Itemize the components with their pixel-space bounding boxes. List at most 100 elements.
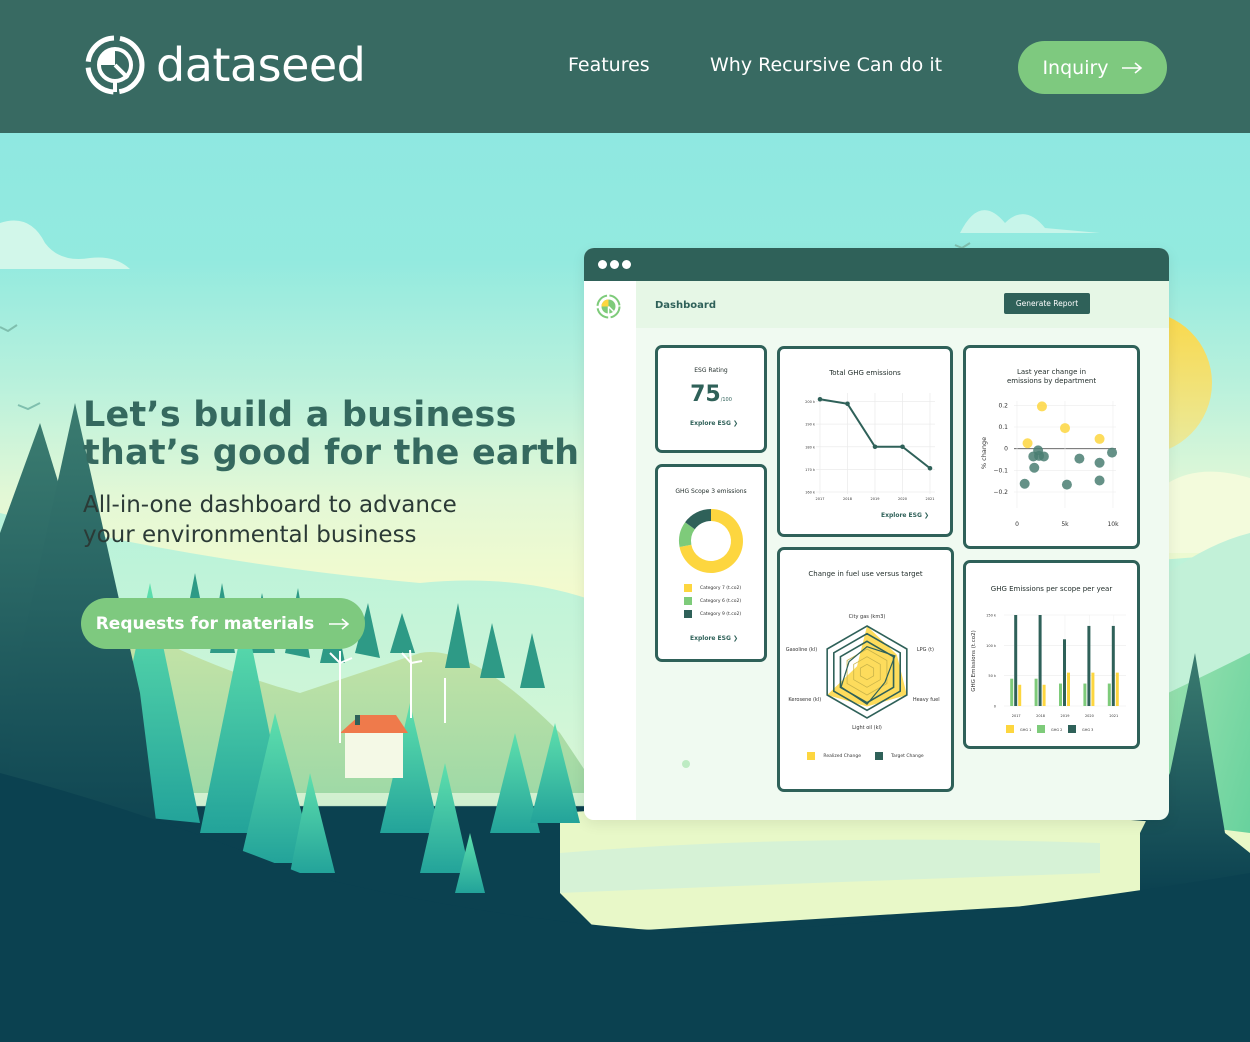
esg-rating-card: ESG Rating 75/100 Explore ESG ❯ [655, 345, 767, 453]
inquiry-button[interactable]: Inquiry [1018, 41, 1167, 94]
bar [1014, 615, 1018, 706]
nav-features[interactable]: Features [568, 54, 650, 76]
cloud-left [0, 220, 130, 269]
data-point [927, 465, 933, 471]
headline-line-1: Let’s build a business [83, 395, 517, 435]
emissions-by-department-card: Last year change in emissions by departm… [963, 345, 1140, 549]
x-tick-label: 2017 [816, 497, 825, 501]
radar-axis-label: Gasoline (kl) [786, 647, 817, 653]
y-axis-label: % change [980, 437, 988, 469]
emissions-scatter-chart: 0.2 0.1 0 −0.1 −0.2 0 5k 10k % change [980, 401, 1119, 528]
legend-label: GHG 3 [1082, 728, 1093, 732]
y-tick-label: 170 k [805, 468, 816, 472]
legend-label: Realized Change [823, 753, 861, 759]
legend-swatch [875, 752, 883, 760]
total-ghg-card: Total GHG emissions 200 k 190 k 180 k 170 k… [777, 346, 953, 537]
legend-swatch [684, 584, 692, 592]
dashboard-topbar: Dashboard Generate Report [636, 281, 1169, 328]
window-dot-icon[interactable] [610, 260, 619, 269]
radar-axis-label: Heavy fuel [913, 697, 940, 703]
bar [1107, 683, 1111, 706]
data-point [900, 444, 905, 450]
radar-axis-label: LPG (t) [917, 647, 934, 653]
x-tick-label: 2019 [871, 497, 880, 501]
legend-label: Category 7 (t.co2) [700, 585, 742, 591]
y-tick-label: 0 [1004, 446, 1008, 453]
y-axis-label: GHG Emissions (t.co2) [971, 630, 977, 692]
decorative-dot [682, 760, 690, 768]
x-tick-label: 2018 [1036, 714, 1045, 718]
window-dot-icon[interactable] [622, 260, 631, 269]
scope3-legend: Category 7 (t.co2) Category 6 (t.co2) Cate… [684, 584, 741, 623]
esg-score-max: /100 [720, 397, 732, 403]
dashboard-sidebar [584, 281, 636, 820]
bird-icon [0, 324, 18, 333]
legend-item: Target Change [875, 752, 924, 760]
legend-label: Target Change [891, 753, 924, 759]
ghg-per-scope-card: GHG Emissions per scope per year 150 k 10… [963, 560, 1140, 749]
x-tick-label: 2020 [1085, 714, 1094, 718]
request-materials-button[interactable]: Requests for materials [81, 598, 365, 649]
bar [1067, 672, 1070, 706]
y-tick-label: 180 k [805, 445, 816, 449]
esg-explore-link[interactable]: Explore ESG ❯ [690, 420, 738, 427]
window-controls [598, 260, 631, 269]
generate-report-button[interactable]: Generate Report [1004, 293, 1090, 314]
legend-label: Category 9 (t.co2) [700, 611, 742, 617]
fuel-use-radar-card: Change in fuel use versus target City ga… [777, 547, 954, 792]
scope3-donut-chart [679, 509, 743, 573]
chevron-right-icon: ❯ [924, 512, 930, 519]
chevron-right-icon: ❯ [733, 635, 739, 642]
chevron-right-icon: ❯ [733, 420, 739, 427]
nav-why-recursive[interactable]: Why Recursive Can do it [710, 54, 942, 76]
y-tick-label: 0.1 [998, 424, 1008, 431]
scope3-title: GHG Scope 3 emissions [675, 488, 747, 495]
legend-swatch [1006, 725, 1014, 733]
brand-logo[interactable]: dataseed [84, 34, 366, 96]
scatter-point [1094, 475, 1105, 486]
scope3-explore-link[interactable]: Explore ESG ❯ [690, 635, 738, 642]
legend-item: Category 9 (t.co2) [684, 610, 741, 618]
x-tick-label: 0 [1015, 521, 1019, 528]
x-tick-label: 2017 [1012, 714, 1021, 718]
scatter-point [1019, 478, 1030, 489]
hero-subheadline: All-in-one dashboard to advance your env… [83, 490, 457, 550]
x-tick-label: 2018 [843, 497, 852, 501]
legend-swatch [684, 610, 692, 618]
esg-score-value: 75 [690, 382, 721, 407]
radar-axis-label: City gas (km3) [849, 614, 886, 620]
bird-icon [17, 402, 41, 411]
scatter-point [1061, 479, 1072, 490]
y-tick-label: 100 k [986, 644, 997, 648]
scatter-title-line-2: emissions by department [1006, 377, 1097, 385]
scatter-title-line-1: Last year change in [1016, 368, 1086, 376]
window-dot-icon[interactable] [598, 260, 607, 269]
dashboard-title: Dashboard [655, 300, 716, 311]
explore-label: Explore ESG [690, 635, 731, 642]
hero-headline: Let’s build a business that’s good for t… [83, 396, 579, 472]
x-tick-label: 5k [1061, 521, 1069, 528]
y-tick-label: 200 k [805, 400, 816, 404]
site-header: dataseed Features Why Recursive Can do i… [0, 0, 1250, 133]
esg-score: 75/100 [658, 382, 764, 407]
subline-line-1: All-in-one dashboard to advance [83, 492, 457, 518]
legend-swatch [684, 597, 692, 605]
scatter-point [1038, 451, 1049, 462]
legend-label: GHG 2 [1051, 728, 1062, 732]
radar-axis-label: Kerosene (kl) [788, 697, 821, 703]
x-tick-label: 2021 [926, 497, 935, 501]
bar [1087, 625, 1091, 706]
scatter-point [1029, 462, 1040, 473]
legend-item: Realized Change [807, 752, 861, 760]
legend-label: Category 6 (t.co2) [700, 598, 742, 604]
brand-name: dataseed [156, 38, 366, 92]
bar [1038, 615, 1042, 706]
arrow-right-icon [1121, 61, 1142, 74]
total-ghg-explore-link[interactable]: Explore ESG ❯ [881, 512, 929, 519]
fuel-use-radar-chart: City gas (km3) LPG (t) Heavy fuel Light oil… [786, 614, 940, 731]
y-tick-label: 0 [994, 705, 996, 709]
dataseed-logo-icon[interactable] [596, 294, 621, 319]
x-tick-label: 10k [1107, 521, 1119, 528]
y-tick-label: 0.2 [998, 402, 1008, 409]
legend-label: GHG 1 [1020, 728, 1031, 732]
